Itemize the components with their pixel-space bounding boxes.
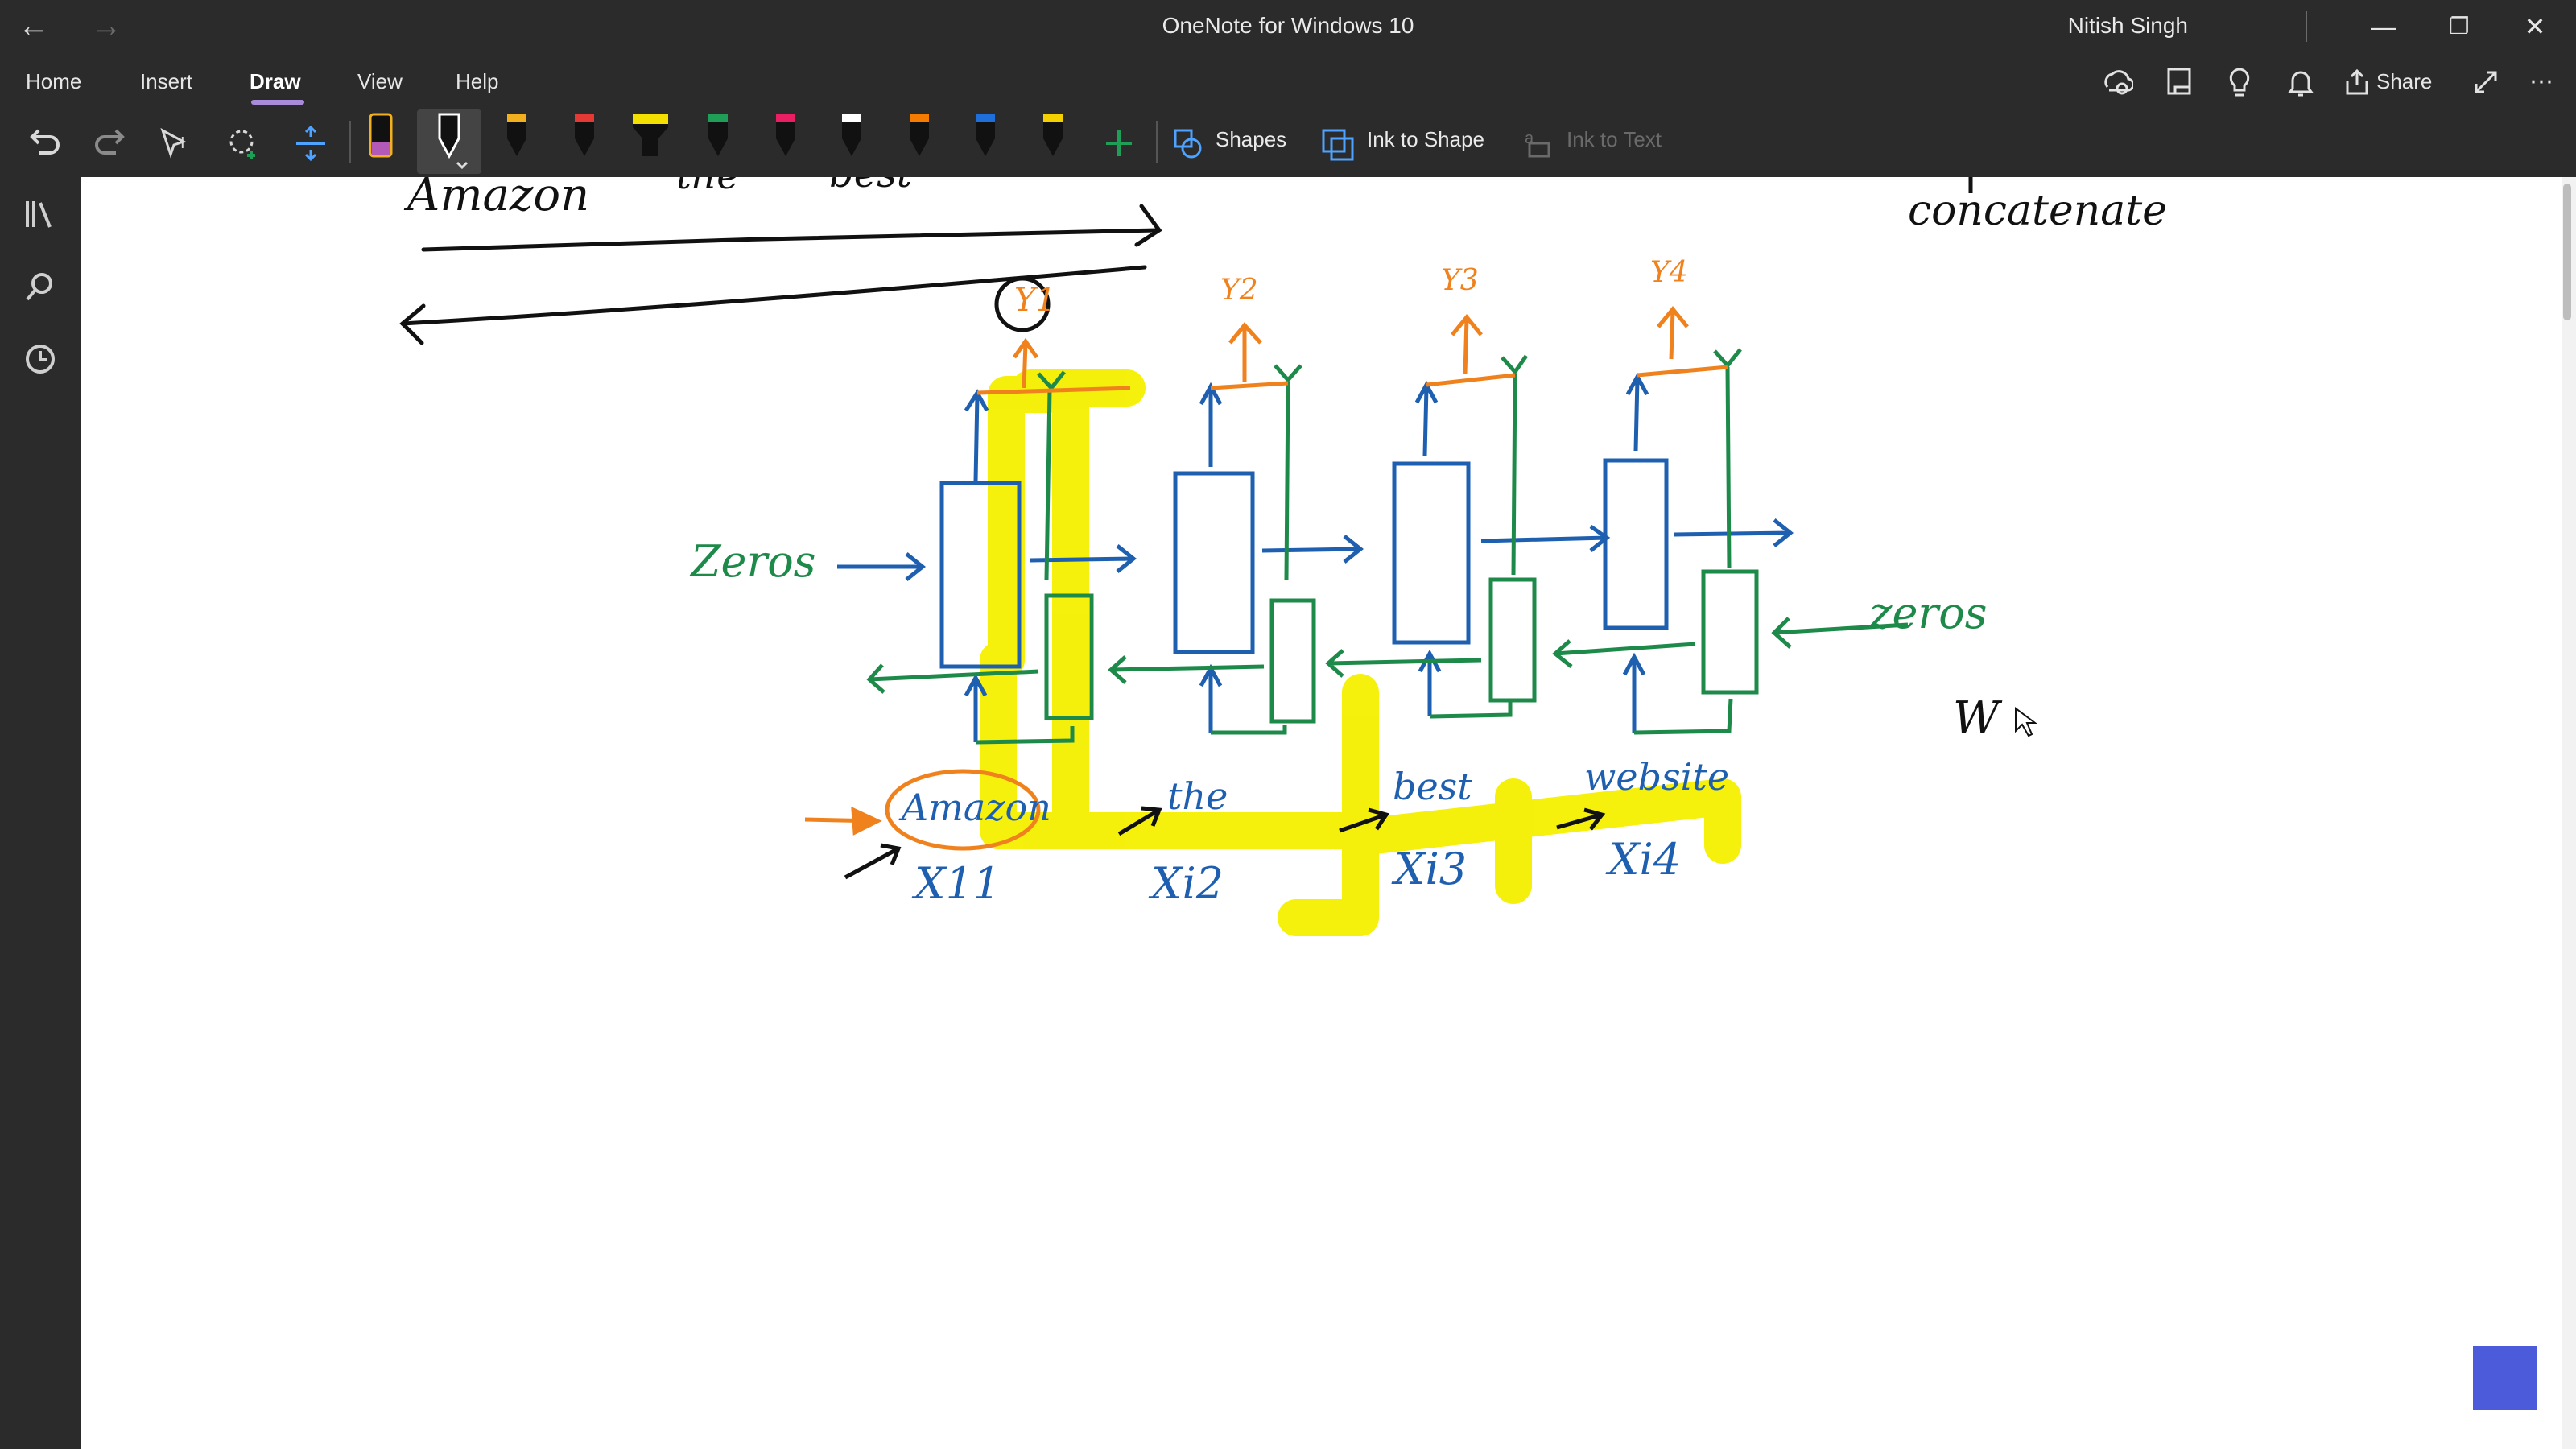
tab-help[interactable]: Help	[456, 69, 498, 94]
pen-orange[interactable]	[895, 109, 943, 174]
tab-view[interactable]: View	[357, 69, 402, 94]
ink-y3: Y3	[1441, 264, 1479, 297]
restore-button[interactable]: ❐	[2423, 6, 2496, 47]
pen-purple-black[interactable]	[357, 109, 406, 174]
user-name[interactable]: Nitish Singh	[2068, 13, 2188, 39]
toolbar-divider	[349, 121, 351, 163]
ink-word-best: best	[1393, 765, 1472, 808]
vertical-scrollbar[interactable]	[2562, 177, 2576, 1449]
scrollbar-thumb[interactable]	[2563, 184, 2571, 320]
sync-icon[interactable]	[2101, 64, 2133, 100]
active-tab-indicator	[251, 100, 304, 105]
tab-home[interactable]: Home	[26, 69, 81, 94]
pen-black-selected[interactable]	[425, 109, 473, 174]
pen-white[interactable]	[828, 109, 876, 174]
tab-draw[interactable]: Draw	[250, 69, 301, 94]
redo-icon[interactable]	[87, 119, 135, 167]
add-pen-icon[interactable]	[1095, 119, 1143, 167]
notebooks-icon[interactable]	[21, 195, 60, 233]
ink-the-top: the	[676, 177, 740, 198]
recent-notes-icon[interactable]	[21, 340, 60, 378]
pen-black-orange[interactable]	[493, 109, 541, 174]
shapes-icon[interactable]	[1164, 119, 1212, 167]
ink-to-shape-icon[interactable]	[1314, 119, 1362, 167]
type-select-icon[interactable]: I	[153, 119, 201, 167]
share-icon[interactable]	[2343, 64, 2372, 100]
ink-amazon-top: Amazon	[407, 177, 590, 221]
ink-to-shape-button[interactable]: Ink to Shape	[1367, 127, 1484, 152]
fullscreen-icon[interactable]	[2470, 64, 2502, 100]
bell-icon[interactable]	[2285, 64, 2317, 100]
undo-icon[interactable]	[19, 119, 68, 167]
ink-drawing	[399, 177, 2037, 936]
svg-text:I: I	[180, 134, 185, 152]
ink-zeros-right: zeros	[1869, 588, 1988, 638]
highlighter-yellow[interactable]	[626, 109, 675, 174]
title-separator	[2306, 11, 2307, 42]
share-button[interactable]: Share	[2376, 69, 2432, 94]
pen-yellow[interactable]	[1029, 109, 1077, 174]
ink-word-website: website	[1584, 755, 1730, 799]
tab-insert[interactable]: Insert	[140, 69, 192, 94]
more-options-icon[interactable]: ⋯	[2529, 68, 2553, 103]
add-space-icon[interactable]	[287, 119, 335, 167]
ink-xi2: Xi2	[1151, 858, 1224, 909]
ink-concatenate: concatenate	[1908, 187, 2167, 235]
ink-y2: Y2	[1220, 274, 1258, 307]
ink-zeros-left: Zeros	[691, 536, 816, 587]
lightbulb-icon[interactable]	[2223, 64, 2256, 100]
cursor-icon	[2015, 707, 2037, 737]
pen-pink[interactable]	[762, 109, 810, 174]
ink-word-the: the	[1167, 774, 1228, 818]
title-bar: ← → OneNote for Windows 10 Nitish Singh …	[0, 0, 2576, 55]
toolbar-divider	[1156, 121, 1158, 163]
notebook-icon[interactable]	[2164, 64, 2196, 100]
top-arrows	[399, 204, 1162, 345]
ink-to-text-icon[interactable]: a	[1513, 119, 1562, 167]
ink-y4: Y4	[1650, 256, 1688, 289]
ink-y1: Y1	[1014, 282, 1056, 319]
search-icon[interactable]	[21, 267, 60, 306]
lasso-select-icon[interactable]	[219, 119, 267, 167]
ink-xi4: Xi4	[1608, 834, 1682, 885]
window-title: OneNote for Windows 10	[1162, 13, 1414, 38]
pen-blue[interactable]	[961, 109, 1009, 174]
note-canvas[interactable]: Amazon the best concatenate Y1 Y2 Y3 Y4 …	[80, 177, 2562, 1449]
pen-green[interactable]	[694, 109, 742, 174]
ink-w: W	[1953, 692, 2000, 745]
minimize-button[interactable]: —	[2347, 6, 2420, 47]
webcam-thumbnail	[2473, 1346, 2537, 1410]
ink-x11: X11	[914, 858, 1001, 909]
ink-xi3: Xi3	[1394, 844, 1468, 894]
ink-word-amazon: Amazon	[902, 786, 1051, 829]
pen-red[interactable]	[560, 109, 609, 174]
ink-to-text-button: Ink to Text	[1567, 127, 1662, 151]
ink-best-top: best	[829, 177, 912, 196]
shapes-button[interactable]: Shapes	[1216, 127, 1286, 152]
close-button[interactable]: ✕	[2499, 6, 2571, 47]
